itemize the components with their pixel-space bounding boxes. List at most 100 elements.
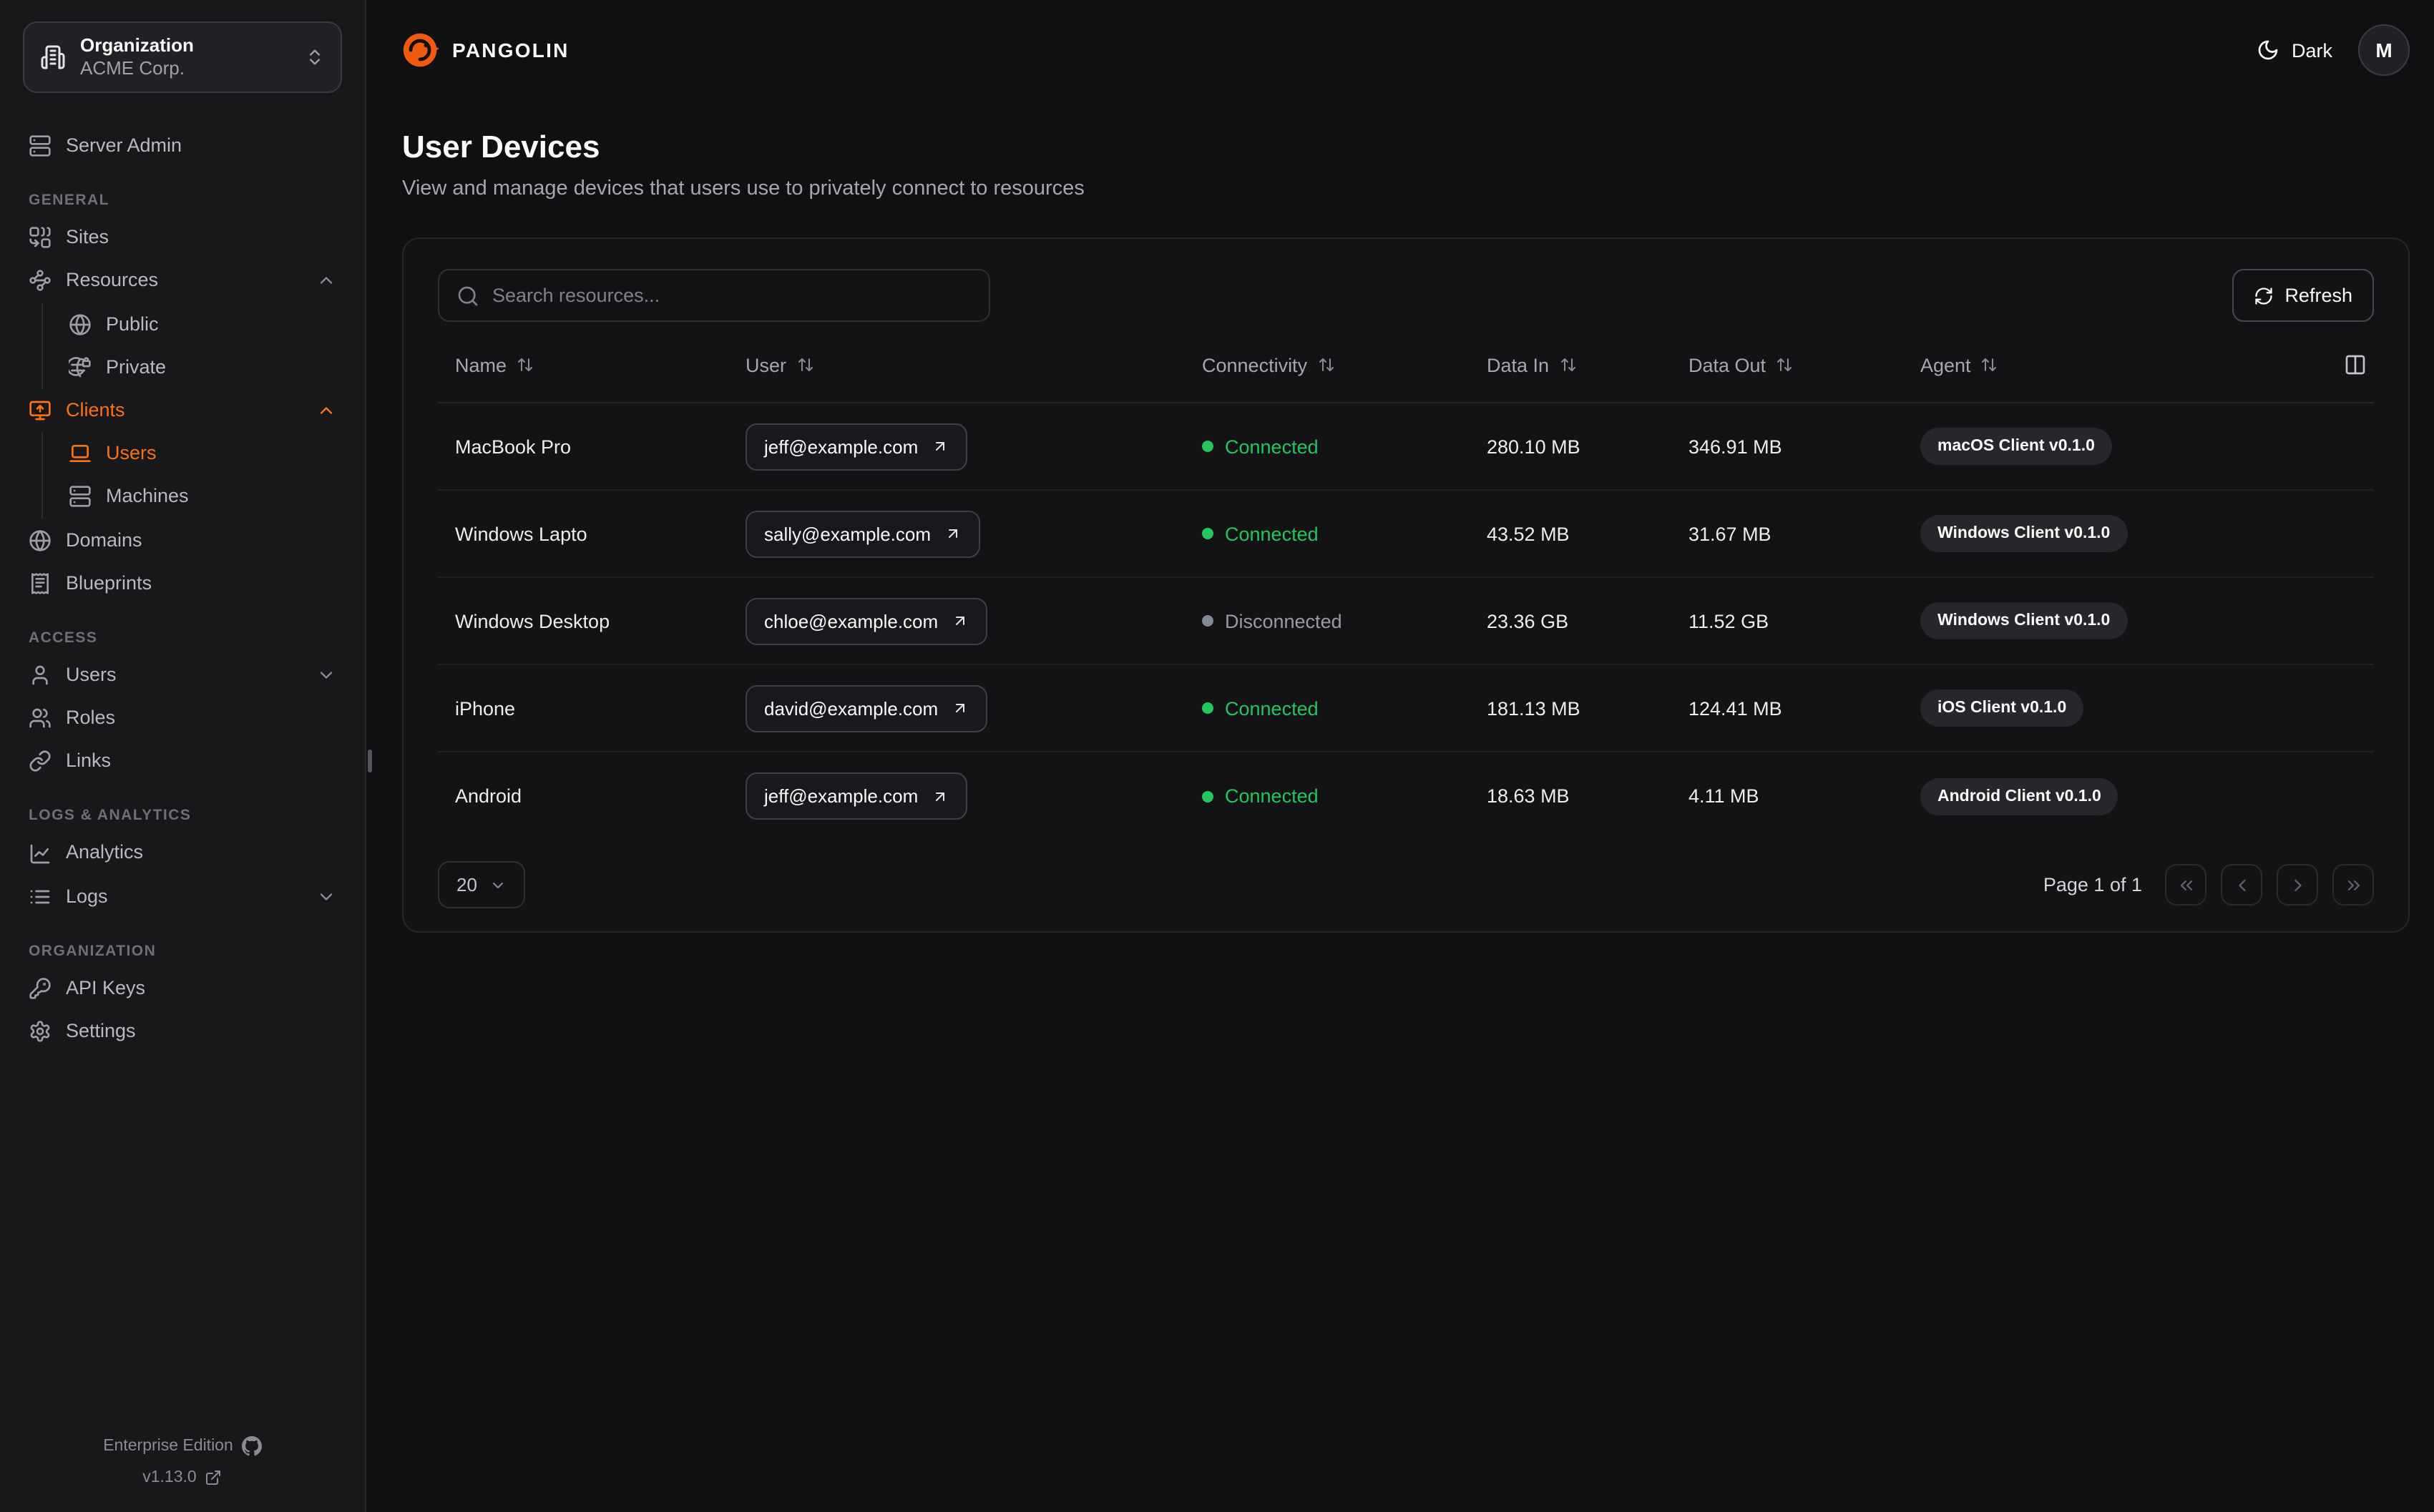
user-email: chloe@example.com (764, 610, 939, 632)
page-title: User Devices (402, 129, 600, 165)
sidebar-item-domains[interactable]: Domains (23, 519, 342, 561)
column-header-data-in[interactable]: Data In (1487, 354, 1688, 375)
sidebar-item-clients-users[interactable]: Users (63, 432, 342, 475)
data-in-value: 280.10 MB (1487, 436, 1580, 457)
status-dot (1202, 790, 1213, 802)
agent-badge: iOS Client v0.1.0 (1920, 689, 2084, 727)
server-icon (29, 134, 52, 157)
data-in-value: 18.63 MB (1487, 785, 1570, 807)
key-icon (29, 977, 52, 1000)
refresh-button[interactable]: Refresh (2232, 269, 2374, 322)
section-label-logs-analytics: LOGS & ANALYTICS (29, 807, 192, 825)
status-dot (1202, 528, 1213, 539)
sidebar-item-analytics[interactable]: Analytics (23, 832, 342, 875)
agent-badge: macOS Client v0.1.0 (1920, 428, 2112, 465)
sidebar-item-logs[interactable]: Logs (23, 875, 342, 918)
connectivity-status: Connected (1202, 523, 1487, 544)
org-switcher-label: Organization (80, 34, 194, 56)
theme-toggle[interactable]: Dark (2257, 39, 2332, 62)
sort-icon (1777, 358, 1792, 371)
sidebar-item-label: Public (106, 313, 159, 335)
status-label: Connected (1225, 523, 1319, 544)
user-link-button[interactable]: chloe@example.com (746, 597, 987, 644)
data-out-value: 346.91 MB (1688, 436, 1782, 457)
user-link-button[interactable]: david@example.com (746, 684, 987, 732)
sidebar-item-users[interactable]: Users (23, 654, 342, 697)
sidebar: Organization ACME Corp. Server Admin GEN… (0, 0, 366, 1512)
columns-icon (2345, 355, 2365, 375)
brand-name: PANGOLIN (452, 39, 570, 62)
monitor-up-icon (29, 399, 52, 422)
column-header-connectivity[interactable]: Connectivity (1202, 354, 1487, 375)
brand: PANGOLIN (402, 31, 570, 69)
column-header-name[interactable]: Name (438, 354, 746, 375)
chevron-up-icon (316, 401, 336, 421)
table-toolbar: Refresh (438, 269, 2374, 322)
sidebar-item-resources[interactable]: Resources (23, 260, 342, 303)
page-size-value: 20 (456, 874, 477, 895)
external-link-icon[interactable] (205, 1469, 223, 1486)
table-row: Windows Desktop chloe@example.com Discon… (438, 578, 2374, 665)
scrollbar-thumb[interactable] (368, 750, 372, 772)
globe-icon (29, 529, 52, 551)
chevron-left-icon (2238, 878, 2245, 891)
last-page-button[interactable] (2332, 864, 2374, 905)
status-label: Connected (1225, 785, 1319, 807)
sidebar-item-label: Settings (66, 1020, 136, 1041)
page-size-select[interactable]: 20 (438, 861, 526, 908)
arrow-up-right-icon (948, 529, 957, 538)
user-email: david@example.com (764, 697, 939, 719)
avatar[interactable]: M (2358, 24, 2410, 76)
status-label: Connected (1225, 436, 1319, 457)
column-header-agent[interactable]: Agent (1920, 354, 2322, 375)
sidebar-footer: Enterprise Edition v1.13.0 (23, 1436, 342, 1492)
sidebar-item-private[interactable]: Private (63, 346, 342, 389)
table-row: iPhone david@example.com Connected 181.1… (438, 665, 2374, 752)
arrow-up-right-icon (935, 442, 944, 451)
clients-sub-list: Users Machines (41, 432, 342, 519)
sidebar-item-server-admin[interactable]: Server Admin (23, 124, 342, 167)
user-link-button[interactable]: sally@example.com (746, 510, 980, 557)
toggle-columns-button[interactable] (2337, 346, 2374, 383)
link-icon (29, 750, 52, 773)
app-root: Organization ACME Corp. Server Admin GEN… (0, 0, 2434, 1512)
user-email: jeff@example.com (764, 785, 919, 807)
next-page-button[interactable] (2277, 864, 2318, 905)
data-in-value: 181.13 MB (1487, 697, 1580, 719)
sidebar-item-api-keys[interactable]: API Keys (23, 967, 342, 1010)
user-link-button[interactable]: jeff@example.com (746, 772, 967, 820)
sidebar-item-label: Roles (66, 707, 116, 729)
sort-icon (798, 358, 813, 371)
sidebar-item-blueprints[interactable]: Blueprints (23, 561, 342, 604)
user-email: jeff@example.com (764, 436, 919, 457)
building-icon (40, 44, 66, 70)
sites-icon (29, 227, 52, 250)
sidebar-item-settings[interactable]: Settings (23, 1010, 342, 1053)
sidebar-item-roles[interactable]: Roles (23, 697, 342, 740)
first-page-button[interactable] (2165, 864, 2206, 905)
github-icon[interactable] (241, 1436, 262, 1456)
sidebar-item-machines[interactable]: Machines (63, 476, 342, 519)
sidebar-item-public[interactable]: Public (63, 303, 342, 345)
org-switcher[interactable]: Organization ACME Corp. (23, 21, 342, 93)
list-icon (29, 885, 52, 908)
column-header-user[interactable]: User (746, 354, 1202, 375)
previous-page-button[interactable] (2221, 864, 2262, 905)
data-out-value: 31.67 MB (1688, 523, 1771, 544)
page-header: User Devices View and manage devices tha… (402, 129, 2410, 200)
sidebar-item-label: Analytics (66, 841, 144, 863)
users-icon (29, 707, 52, 730)
user-link-button[interactable]: jeff@example.com (746, 423, 967, 470)
search-input[interactable] (492, 285, 972, 306)
column-header-data-out[interactable]: Data Out (1688, 354, 1920, 375)
sidebar-item-links[interactable]: Links (23, 740, 342, 783)
sidebar-item-sites[interactable]: Sites (23, 216, 342, 259)
sidebar-item-clients[interactable]: Clients (23, 389, 342, 432)
data-in-value: 43.52 MB (1487, 523, 1570, 544)
resources-sub-list: Public Private (41, 303, 342, 389)
column-header-label: Name (455, 354, 507, 375)
sidebar-item-label: API Keys (66, 976, 146, 998)
devices-card: Refresh Name User Connectivity (402, 237, 2410, 933)
main-content: PANGOLIN Dark M User Devices View and ma… (366, 0, 2434, 1512)
table-footer: 20 Page 1 of 1 (438, 861, 2374, 908)
